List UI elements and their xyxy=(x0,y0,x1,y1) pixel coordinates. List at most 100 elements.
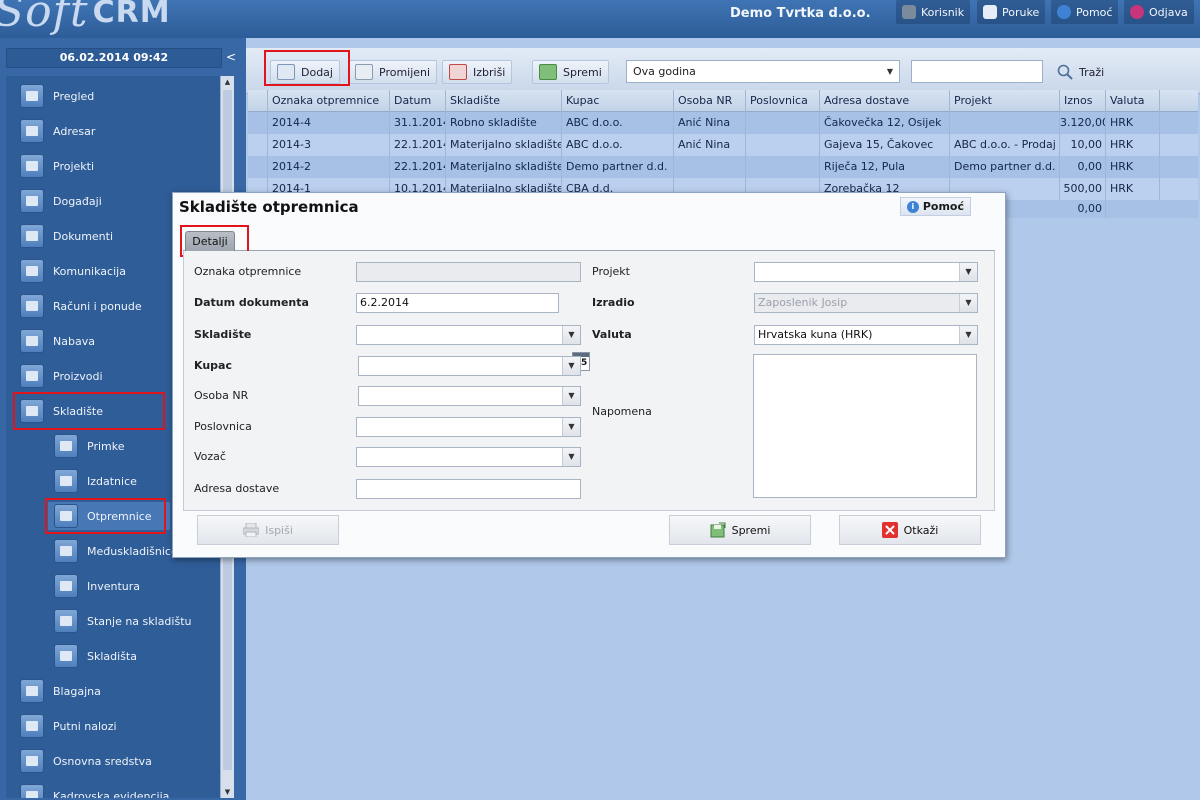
column-header[interactable]: Projekt xyxy=(950,90,1060,112)
dialog-save-button[interactable]: Spremi xyxy=(669,515,811,545)
highlight-otpremnice xyxy=(45,498,166,534)
help-button[interactable]: Pomoć xyxy=(1051,0,1119,24)
dialog-cancel-button[interactable]: Otkaži xyxy=(839,515,981,545)
table-row[interactable]: 2014-4 31.1.2014 Robno skladište ABC d.o… xyxy=(248,112,1198,134)
table-row[interactable]: 2014-3 22.1.2014 Materijalno skladište A… xyxy=(248,134,1198,156)
save-toolbar-button[interactable]: Spremi xyxy=(532,60,609,84)
kupac-select[interactable]: ▼ xyxy=(358,356,581,376)
edit-button[interactable]: Promijeni xyxy=(348,60,438,84)
sidebar-subitem-meduskladisnice[interactable]: Međuskladišnice xyxy=(54,537,178,565)
column-header[interactable]: Kupac xyxy=(562,90,674,112)
edit-icon xyxy=(355,64,373,80)
table-cell: HRK xyxy=(1106,156,1160,178)
print-button[interactable]: Ispiši xyxy=(197,515,339,545)
scroll-up-icon[interactable]: ▲ xyxy=(221,76,234,88)
column-header[interactable]: Oznaka otpremnice xyxy=(268,90,390,112)
sidebar-item-blagajna[interactable]: Blagajna xyxy=(20,677,101,705)
column-header[interactable]: Skladište xyxy=(446,90,562,112)
info-icon xyxy=(1057,5,1071,19)
delete-button[interactable]: Izbriši xyxy=(442,60,513,84)
sidebar-subitem-izdatnice[interactable]: Izdatnice xyxy=(54,467,137,495)
table-row[interactable]: 2014-2 22.1.2014 Materijalno skladište D… xyxy=(248,156,1198,178)
highlight-skladiste xyxy=(13,392,165,430)
projekt-select[interactable]: ▼ xyxy=(754,262,978,282)
column-header[interactable]: Osoba NR xyxy=(674,90,746,112)
documents-icon xyxy=(20,224,44,248)
table-cell: HRK xyxy=(1106,178,1160,200)
search-button[interactable]: Traži xyxy=(1051,60,1111,84)
sidebar-subitem-stanje[interactable]: Stanje na skladištu xyxy=(54,607,192,635)
search-input[interactable] xyxy=(911,60,1043,83)
sidebar-item-proizvodi[interactable]: Proizvodi xyxy=(20,362,103,390)
table-cell: Robno skladište xyxy=(446,112,562,134)
sidebar-subitem-inventura[interactable]: Inventura xyxy=(54,572,140,600)
table-cell: 2014-3 xyxy=(268,134,390,156)
column-header[interactable]: Adresa dostave xyxy=(820,90,950,112)
sidebar-subitem-primke[interactable]: Primke xyxy=(54,432,124,460)
column-header[interactable]: Poslovnica xyxy=(746,90,820,112)
sidebar-item-kadrovska[interactable]: Kadrovska evidencija xyxy=(20,782,169,798)
delivery-note-dialog: Skladište otpremnica i Pomoć Detalji Ozn… xyxy=(172,192,1006,558)
cash-register-icon xyxy=(20,679,44,703)
period-select[interactable]: Ova godina ▼ xyxy=(626,60,900,83)
table-cell: 2014-4 xyxy=(268,112,390,134)
scroll-down-icon[interactable]: ▼ xyxy=(221,786,234,798)
table-cell xyxy=(746,156,820,178)
sidebar-item-projekti[interactable]: Projekti xyxy=(20,152,94,180)
logout-button[interactable]: Odjava xyxy=(1124,0,1194,24)
sidebar-item-dogadaji[interactable]: Događaji xyxy=(20,187,102,215)
row-indicator xyxy=(248,156,268,178)
table-header: Oznaka otpremnice Datum Skladište Kupac … xyxy=(248,90,1198,112)
messages-button[interactable]: Poruke xyxy=(977,0,1046,24)
dialog-help-button[interactable]: i Pomoć xyxy=(899,197,971,216)
overview-icon xyxy=(20,84,44,108)
dialog-title: Skladište otpremnica xyxy=(179,198,359,216)
label-oznaka-otpremnice: Oznaka otpremnice xyxy=(194,265,302,278)
adresa-dostave-input[interactable] xyxy=(356,479,581,499)
current-datetime: 06.02.2014 09:42 xyxy=(6,48,222,68)
sidebar-item-nabava[interactable]: Nabava xyxy=(20,327,95,355)
issue-note-icon xyxy=(54,469,78,493)
collapse-sidebar-button[interactable]: < xyxy=(222,48,240,68)
valuta-select[interactable]: Hrvatska kuna (HRK) ▼ xyxy=(754,325,978,345)
sidebar-item-racuni[interactable]: Računi i ponude xyxy=(20,292,142,320)
label-poslovnica: Poslovnica xyxy=(194,420,252,433)
chevron-down-icon: ▼ xyxy=(886,67,893,76)
column-header[interactable]: Iznos xyxy=(1060,90,1106,112)
table-cell: 31.1.2014 xyxy=(390,112,446,134)
table-cell: ABC d.o.o. xyxy=(562,112,674,134)
oznaka-otpremnice-field xyxy=(356,262,581,282)
poslovnica-select[interactable]: ▼ xyxy=(356,417,581,437)
skladiste-select[interactable]: ▼ xyxy=(356,325,581,345)
table-cell xyxy=(746,112,820,134)
sidebar-subitem-skladista[interactable]: Skladišta xyxy=(54,642,137,670)
table-cell xyxy=(674,156,746,178)
label-adresa-dostave: Adresa dostave xyxy=(194,482,280,495)
invoice-icon xyxy=(20,294,44,318)
table-cell: HRK xyxy=(1106,134,1160,156)
table-cell: Demo partner d.d. xyxy=(562,156,674,178)
user-button[interactable]: Korisnik xyxy=(896,0,971,24)
table-cell: 22.1.2014 xyxy=(390,156,446,178)
table-cell: 3.120,00 xyxy=(1060,112,1106,134)
osoba-nr-select[interactable]: ▼ xyxy=(358,386,581,406)
chevron-down-icon: ▼ xyxy=(562,326,580,344)
sidebar-item-osnovna-sredstva[interactable]: Osnovna sredstva xyxy=(20,747,152,775)
communication-icon xyxy=(20,259,44,283)
column-header[interactable]: Datum xyxy=(390,90,446,112)
table-cell: 500,00 xyxy=(1060,178,1106,200)
column-header[interactable]: Valuta xyxy=(1106,90,1160,112)
sidebar-item-putni-nalozi[interactable]: Putni nalozi xyxy=(20,712,117,740)
sidebar-item-komunikacija[interactable]: Komunikacija xyxy=(20,257,126,285)
chevron-down-icon: ▼ xyxy=(959,294,977,312)
close-icon xyxy=(881,522,898,538)
napomena-textarea[interactable] xyxy=(753,354,977,498)
sidebar-item-adresar[interactable]: Adresar xyxy=(20,117,95,145)
vozac-select[interactable]: ▼ xyxy=(356,447,581,467)
datum-dokumenta-input[interactable]: 6.2.2014 xyxy=(356,293,559,313)
sidebar-item-dokumenti[interactable]: Dokumenti xyxy=(20,222,113,250)
highlight-add xyxy=(264,50,350,86)
sidebar-item-pregled[interactable]: Pregled xyxy=(20,82,94,110)
printer-icon xyxy=(243,523,260,537)
chevron-down-icon: ▼ xyxy=(562,357,580,375)
